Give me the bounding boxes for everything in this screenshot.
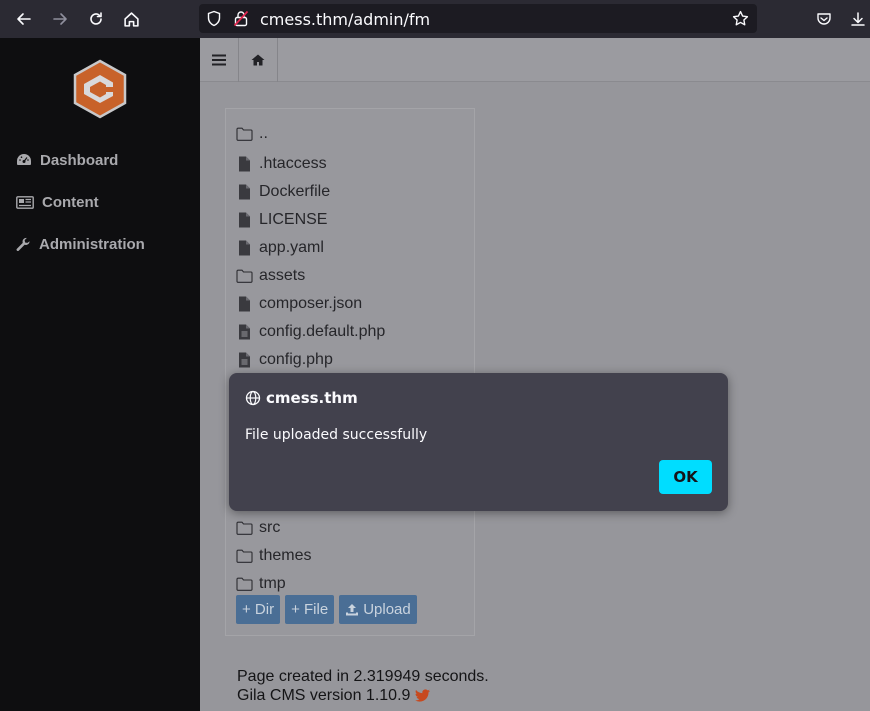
home-icon (251, 54, 265, 66)
file-name: assets (259, 267, 306, 284)
file-name: config.php (259, 351, 333, 368)
file-icon (239, 184, 250, 200)
upload-button[interactable]: Upload (339, 595, 417, 624)
upload-label: Upload (363, 601, 411, 618)
file-text-icon (239, 352, 250, 368)
file-manager-panel: .. .htaccess Dockerfile LICENSE app.yaml asse… (225, 108, 475, 636)
sidebar-item-dashboard[interactable]: Dashboard (16, 149, 118, 171)
folder-item[interactable]: tmp (236, 573, 286, 595)
download-icon (851, 12, 865, 26)
folder-item[interactable]: .. (236, 123, 268, 145)
sidebar-item-label: Content (42, 193, 99, 211)
home-icon (123, 11, 139, 27)
sidebar-item-label: Dashboard (40, 151, 119, 169)
file-icon (239, 212, 250, 228)
version-line: Gila CMS version 1.10.9 (237, 686, 489, 705)
twitter-icon[interactable] (415, 689, 431, 702)
back-button[interactable] (12, 7, 36, 31)
url-text[interactable]: cmess.thm/admin/fm (260, 10, 430, 29)
url-bar[interactable]: cmess.thm/admin/fm (199, 4, 757, 33)
file-name: LICENSE (259, 211, 328, 228)
shield-icon[interactable] (206, 10, 222, 27)
folder-icon (236, 549, 253, 563)
file-item[interactable]: composer.json (236, 293, 362, 315)
sidebar-item-label: Administration (39, 235, 145, 253)
add-dir-button[interactable]: + Dir (236, 595, 281, 624)
hamburger-icon (212, 54, 226, 66)
file-item[interactable]: LICENSE (236, 209, 327, 231)
add-file-button[interactable]: + File (285, 595, 335, 624)
folder-item[interactable]: assets (236, 265, 305, 287)
upload-icon (346, 603, 359, 615)
home-link-button[interactable] (239, 38, 278, 82)
forward-icon (53, 13, 67, 25)
file-name: app.yaml (259, 239, 324, 256)
dialog-title: cmess.thm (245, 389, 358, 407)
insecure-lock-icon[interactable] (233, 10, 249, 27)
dashboard-icon (17, 154, 31, 165)
version-text: Gila CMS version 1.10.9 (237, 687, 411, 704)
sidebar-item-content[interactable]: Content (16, 191, 99, 213)
folder-icon (236, 269, 253, 283)
downloads-button[interactable] (846, 7, 870, 31)
file-name: composer.json (259, 295, 363, 312)
newspaper-icon (16, 195, 34, 209)
file-name: Dockerfile (259, 183, 331, 200)
file-item[interactable]: config.default.php (236, 321, 385, 343)
browser-toolbar: cmess.thm/admin/fm (0, 0, 870, 38)
file-icon (239, 156, 250, 172)
globe-icon (245, 390, 261, 406)
file-item[interactable]: app.yaml (236, 237, 324, 259)
admin-sidebar: Dashboard Content Administration (0, 38, 200, 711)
gila-logo-icon[interactable] (70, 59, 130, 119)
alert-dialog: cmess.thm File uploaded successfully OK (229, 373, 728, 511)
admin-topbar (200, 38, 870, 82)
file-icon (239, 296, 250, 312)
page-time-text: Page created in 2.319949 seconds. (237, 668, 489, 685)
dialog-message: File uploaded successfully (245, 427, 428, 443)
folder-icon (236, 577, 253, 591)
file-name: .. (259, 125, 268, 142)
file-icon (239, 240, 250, 256)
folder-icon (236, 127, 253, 141)
file-actions: + Dir + File Upload (236, 595, 417, 624)
wrench-icon (16, 237, 30, 251)
reload-icon (90, 12, 102, 25)
file-name: themes (259, 547, 312, 564)
forward-button[interactable] (48, 7, 72, 31)
dialog-ok-button[interactable]: OK (659, 460, 712, 494)
folder-icon (236, 521, 253, 535)
file-text-icon (239, 324, 250, 340)
file-name: .htaccess (259, 155, 327, 172)
pocket-button[interactable] (812, 7, 836, 31)
sidebar-item-administration[interactable]: Administration (16, 233, 145, 255)
back-icon (17, 13, 31, 25)
pocket-icon (817, 13, 831, 25)
dialog-title-text: cmess.thm (266, 389, 358, 407)
folder-item[interactable]: themes (236, 545, 311, 567)
file-item[interactable]: config.php (236, 349, 333, 371)
file-name: config.default.php (259, 323, 386, 340)
menu-toggle-button[interactable] (200, 38, 239, 82)
file-name: tmp (259, 575, 286, 592)
page-footer: Page created in 2.319949 seconds. Gila C… (237, 667, 489, 705)
bookmark-star-icon[interactable] (732, 10, 749, 27)
reload-button[interactable] (84, 7, 108, 31)
file-item[interactable]: .htaccess (236, 153, 327, 175)
file-name: src (259, 519, 281, 536)
file-item[interactable]: Dockerfile (236, 181, 330, 203)
folder-item[interactable]: src (236, 517, 280, 539)
home-button[interactable] (119, 7, 143, 31)
